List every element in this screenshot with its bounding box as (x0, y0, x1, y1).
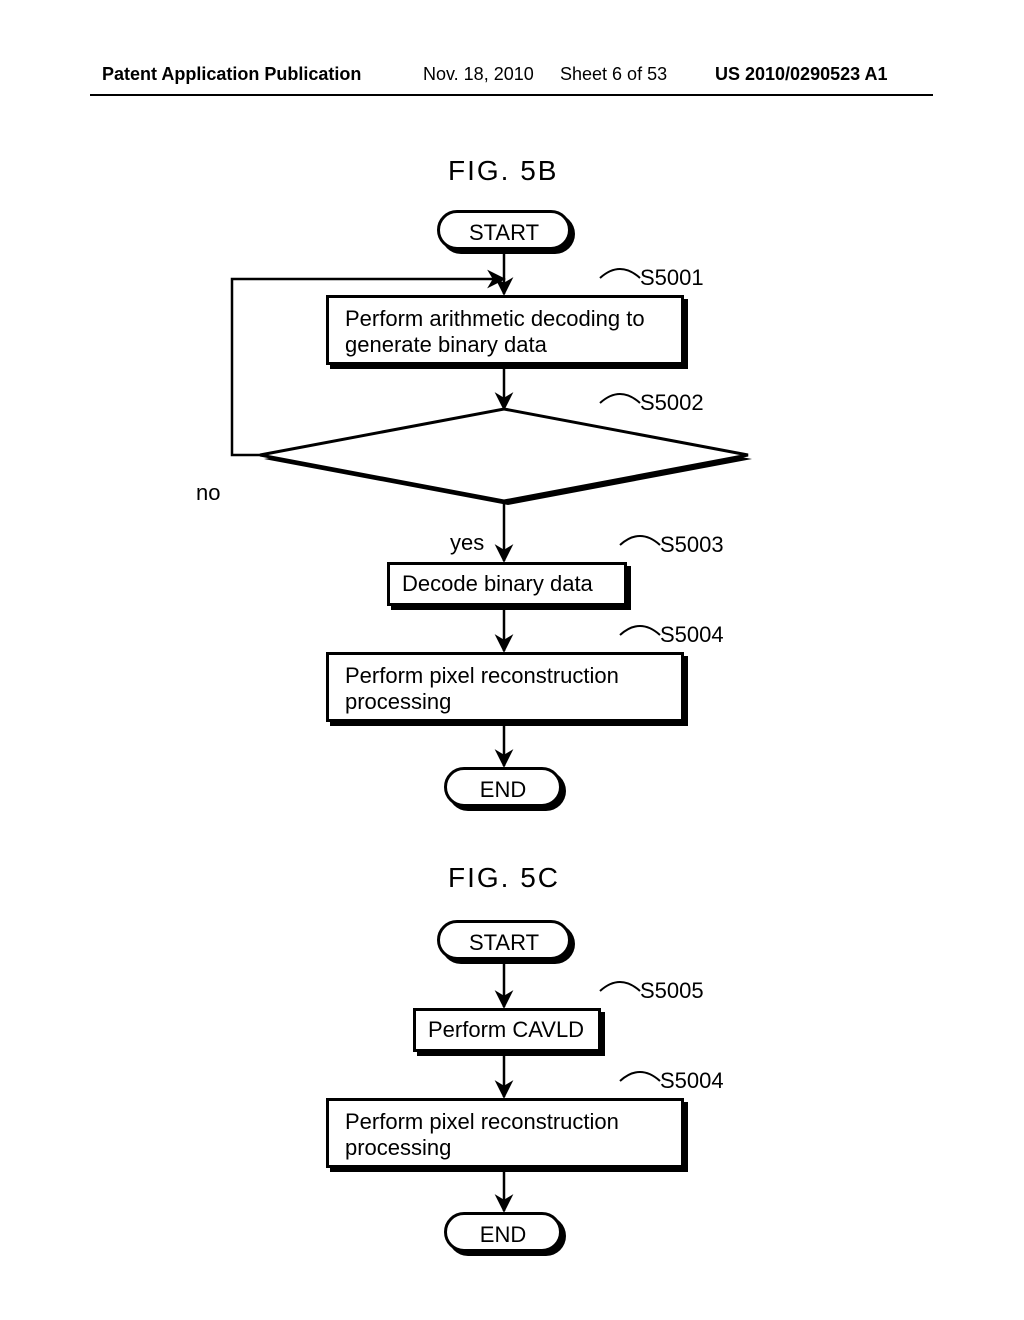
decision-line3: unit ready? (450, 470, 559, 495)
end-label: END (480, 777, 526, 802)
page-header: Patent Application Publication Nov. 18, … (0, 64, 1024, 94)
fig5b-step-s5002-label: S5002 (640, 390, 704, 416)
fig5c-step-s5004-text: Perform pixel reconstruction processing (345, 1109, 619, 1160)
fig5c-step-s5004-label: S5004 (660, 1068, 724, 1094)
fig5b-step-s5003-label: S5003 (660, 532, 724, 558)
fig5b-end-terminator: END (444, 767, 562, 807)
publication-date: Nov. 18, 2010 (423, 64, 534, 85)
start-label: START (469, 220, 539, 245)
fig5b-step-s5001-label: S5001 (640, 265, 704, 291)
end-label-5c: END (480, 1222, 526, 1247)
figure-5b-title: FIG. 5B (448, 155, 558, 187)
fig5c-start-terminator: START (437, 920, 571, 960)
fig5b-decision-s5002-text: Binary data equivalent to predetermined … (282, 418, 726, 496)
publication-type: Patent Application Publication (102, 64, 361, 85)
fig5b-step-s5003-box: Decode binary data (387, 562, 627, 606)
start-label-5c: START (469, 930, 539, 955)
figure-5c-title: FIG. 5C (448, 862, 560, 894)
fig5c-end-terminator: END (444, 1212, 562, 1252)
fig5c-step-s5005-text: Perform CAVLD (428, 1017, 584, 1042)
fig5c-step-s5005-label: S5005 (640, 978, 704, 1004)
sheet-number: Sheet 6 of 53 (560, 64, 667, 85)
fig5c-step-s5005-box: Perform CAVLD (413, 1008, 601, 1052)
fig5b-step-s5004-box: Perform pixel reconstruction processing (326, 652, 684, 722)
fig5b-step-s5001-text: Perform arithmetic decoding to generate … (345, 306, 645, 357)
decision-line1: Binary data (448, 418, 559, 443)
decision-line2: equivalent to predetermined data (343, 444, 665, 469)
header-rule (90, 94, 933, 96)
patent-figure-page: Patent Application Publication Nov. 18, … (0, 0, 1024, 1320)
publication-number: US 2010/0290523 A1 (715, 64, 887, 85)
fig5b-step-s5001-box: Perform arithmetic decoding to generate … (326, 295, 684, 365)
fig5b-start-terminator: START (437, 210, 571, 250)
fig5b-step-s5003-text: Decode binary data (402, 571, 593, 596)
fig5c-step-s5004-box: Perform pixel reconstruction processing (326, 1098, 684, 1168)
fig5b-step-s5004-label: S5004 (660, 622, 724, 648)
fig5b-step-s5004-text: Perform pixel reconstruction processing (345, 663, 619, 714)
fig5b-decision-yes-label: yes (450, 530, 484, 556)
fig5b-decision-no-label: no (196, 480, 220, 506)
